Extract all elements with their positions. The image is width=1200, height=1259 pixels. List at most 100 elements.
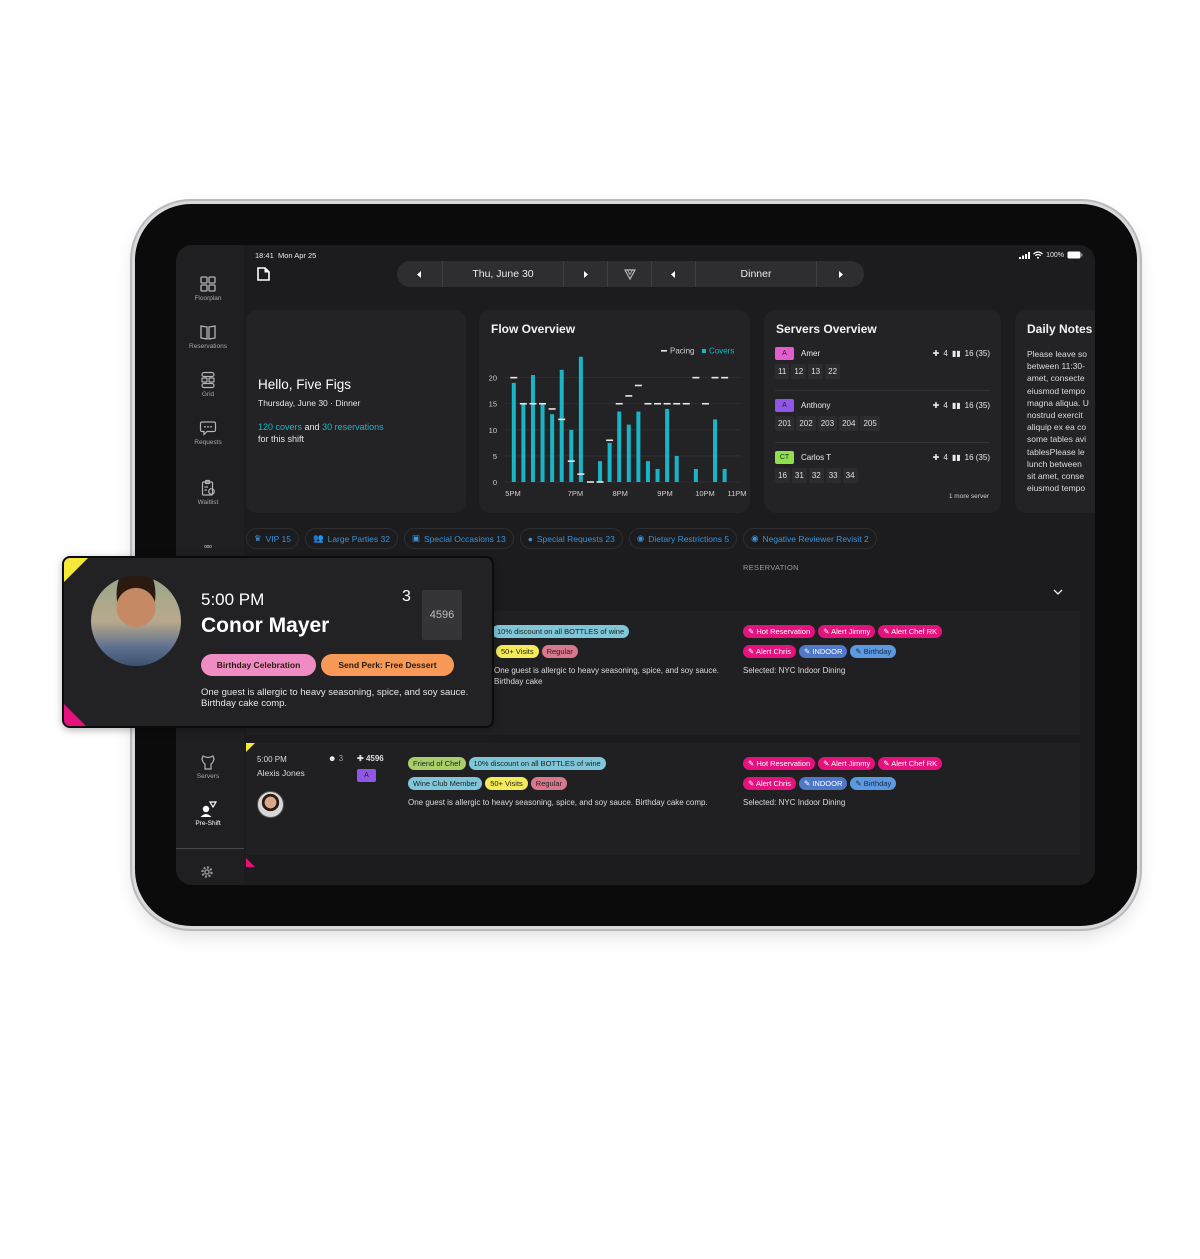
table-number: ✚ 4596 (357, 753, 384, 764)
sidebar-item-servers[interactable]: Servers (176, 753, 240, 780)
reservation-row[interactable]: 5:00 PM Alexis Jones ☻ 3 ✚ 4596 A Friend… (246, 743, 1080, 867)
covers-bar (578, 356, 583, 482)
divider (775, 442, 990, 443)
servers-overview-card: Servers Overview A Amer ✚ 4 ▮▮ 16 (35) 11 12… (764, 310, 1001, 513)
pacing-marker (567, 460, 575, 462)
sidebar-item-reservations[interactable]: Reservations (176, 323, 240, 350)
x-tick-label: 9PM (657, 489, 672, 498)
popup-guest-name: Conor Mayer (201, 614, 330, 637)
reservations-count[interactable]: 30 reservations (322, 422, 384, 432)
guest-popup-card[interactable]: 5:00 PM Conor Mayer 3 4596 Birthday Cele… (62, 556, 494, 728)
document-icon[interactable] (257, 267, 270, 281)
covers-bar (540, 403, 545, 482)
more-tables-icon (204, 545, 212, 548)
pacing-marker (548, 408, 556, 410)
sidebar-item-floorplan[interactable]: Floorplan (176, 275, 240, 302)
chevron-down-icon[interactable] (1053, 588, 1063, 596)
table-chip: 32 (808, 468, 824, 483)
caret-right-icon (839, 270, 843, 278)
server-guests: 4 (943, 401, 948, 410)
tag-alert: ✎ Alert Chef RK (878, 625, 943, 638)
table-icon: ✚ (357, 754, 364, 763)
covers-count[interactable]: 120 covers (258, 422, 302, 432)
next-shift-button[interactable] (817, 261, 864, 287)
filter-negative-reviewer[interactable]: ◉ Negative Reviewer Revisit 2 (743, 528, 877, 549)
occasion-pill[interactable]: Birthday Celebration (201, 654, 316, 676)
tag-hot-reservation: ✎ Hot Reservation (743, 757, 816, 770)
pacing-marker (529, 402, 537, 405)
note-line: lunch between (1027, 458, 1082, 469)
note-line: amet, consecte (1027, 373, 1085, 384)
filter-special-occasions[interactable]: ▣ Special Occasions 13 (403, 528, 514, 549)
pacing-marker (577, 473, 585, 475)
guest-tags: Wine Club Member 50+ Visits Regular (408, 773, 570, 791)
daily-notes-text: Please leave so between 11:30- amet, conse… (1027, 348, 1095, 494)
tag-indoor: ✎ INDOOR (798, 645, 848, 658)
pacing-marker (711, 376, 719, 379)
chip-label: VIP 15 (265, 533, 291, 544)
prev-date-button[interactable] (397, 261, 443, 287)
covers-bar (550, 414, 555, 482)
chip-label: Large Parties 32 (327, 533, 390, 544)
popup-time: 5:00 PM (201, 590, 265, 609)
sidebar-item-requests[interactable]: Requests (176, 419, 240, 446)
popup-table-number: 4596 (422, 590, 462, 640)
prev-shift-button[interactable] (652, 261, 696, 287)
server-guests: 4 (943, 349, 948, 358)
x-tick-label: 5PM (505, 489, 520, 498)
servers-overview-title: Servers Overview (776, 322, 877, 336)
wifi-icon (1033, 251, 1044, 259)
pacing-marker (510, 376, 518, 379)
server-tables: 201 202 203 204 205 (775, 416, 880, 431)
more-servers-link[interactable]: 1 more server (949, 493, 989, 500)
book-icon: ▮▮ (951, 349, 961, 358)
next-date-button[interactable] (564, 261, 608, 287)
pacing-marker (721, 376, 729, 379)
server-guests: 4 (943, 453, 948, 462)
pacing-marker (644, 402, 652, 405)
filter-dietary-restrictions[interactable]: ◉ Dietary Restrictions 5 (628, 528, 738, 549)
table-chip: 201 (775, 416, 795, 431)
send-perk-button[interactable]: Send Perk: Free Dessert (321, 654, 454, 676)
tag-text: Alert Chris (755, 647, 791, 656)
sidebar-item-more[interactable] (176, 545, 240, 555)
pacing-marker (654, 402, 662, 405)
pacing-marker (596, 481, 604, 483)
gear-icon[interactable] (200, 865, 214, 879)
guest-name: Alexis Jones (257, 768, 305, 778)
filter-vip[interactable]: ♛ VIP 15 (246, 528, 299, 549)
status-corner-yellow (246, 743, 255, 752)
pacing-marker (634, 384, 642, 387)
tag-indoor: ✎ INDOOR (798, 777, 848, 790)
dietary-icon: ◉ (636, 533, 645, 543)
sidebar-item-waitlist[interactable]: Waitlist (176, 479, 240, 506)
table-chip: 12 (791, 364, 807, 379)
filter-large-parties[interactable]: 👥 Large Parties 32 (305, 528, 398, 549)
date-selector[interactable]: Thu, June 30 (443, 261, 564, 287)
sidebar-label: Servers (196, 773, 220, 780)
grid-icon (200, 276, 216, 292)
tag-birthday: ✎ Birthday (850, 645, 897, 658)
logo-button[interactable] (608, 261, 652, 287)
sidebar-item-grid[interactable]: Grid (176, 371, 240, 398)
pacing-marker (673, 402, 681, 405)
server-badge: CT (775, 451, 794, 464)
triangle-logo-icon (623, 268, 636, 280)
legend-covers-label: Covers (709, 347, 734, 356)
greeting-subtitle: Thursday, June 30 · Dinner (258, 398, 361, 408)
flow-overview-card: Flow Overview Pacing Covers 0 5 10 15 20 5PM 7PM… (479, 310, 750, 513)
filter-special-requests[interactable]: ● Special Requests 23 (519, 528, 623, 549)
guest-tag: Regular (541, 645, 578, 658)
server-name: Carlos T (801, 453, 832, 462)
date-label: Thu, June 30 (472, 268, 534, 280)
selected-area: Selected: NYC Indoor Dining (743, 798, 846, 807)
server-covers: 16 (35) (964, 453, 990, 462)
popup-party-size: 3 (402, 588, 411, 605)
sidebar-item-pre-shift[interactable]: Pre-Shift (176, 800, 240, 827)
covers-bar (617, 411, 622, 482)
daily-notes-card: Daily Notes Please leave so between 11:30… (1015, 310, 1095, 513)
shift-selector[interactable]: Dinner (696, 261, 817, 287)
divider (775, 390, 990, 391)
pacing-marker (682, 402, 690, 405)
status-corner-magenta (64, 704, 86, 726)
